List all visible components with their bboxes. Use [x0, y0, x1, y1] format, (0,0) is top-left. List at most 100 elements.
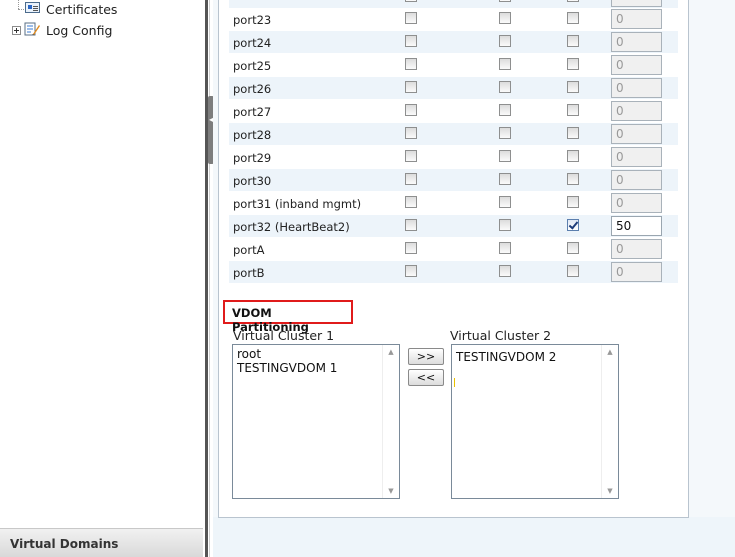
checkbox-heartbeat[interactable] — [499, 242, 511, 254]
pane-splitter[interactable]: ◀ — [203, 0, 215, 557]
port-name: port25 — [233, 59, 272, 73]
table-row: port29 0 — [229, 146, 678, 168]
scrollbar[interactable]: ▲ ▼ — [382, 345, 399, 498]
port-name: port23 — [233, 13, 272, 27]
checkbox-heartbeat-priority[interactable] — [567, 0, 579, 2]
scrollbar[interactable]: ▲ ▼ — [601, 345, 618, 498]
table-row: port27 0 — [229, 100, 678, 122]
checkbox-heartbeat[interactable] — [499, 35, 511, 47]
checkbox-heartbeat[interactable] — [499, 127, 511, 139]
table-row: port26 0 — [229, 77, 678, 99]
priority-input[interactable]: 0 — [611, 124, 662, 144]
checkbox-heartbeat-priority[interactable] — [567, 81, 579, 93]
checkbox-monitor[interactable] — [405, 265, 417, 277]
checkbox-heartbeat-priority[interactable] — [567, 127, 579, 139]
port-name: port24 — [233, 36, 272, 50]
cluster1-listbox[interactable]: root TESTINGVDOM 1 ▲ ▼ — [232, 344, 400, 499]
priority-input[interactable]: 0 — [611, 55, 662, 75]
list-item[interactable]: TESTINGVDOM 1 — [237, 361, 337, 375]
table-row: port25 0 — [229, 54, 678, 76]
table-row: port24 0 — [229, 31, 678, 53]
text-caret — [454, 378, 455, 387]
checkbox-heartbeat[interactable] — [499, 58, 511, 70]
checkbox-heartbeat[interactable] — [499, 173, 511, 185]
port-name: port26 — [233, 82, 272, 96]
checkbox-heartbeat-priority[interactable] — [567, 35, 579, 47]
priority-input[interactable]: 0 — [611, 193, 662, 213]
checkbox-monitor[interactable] — [405, 81, 417, 93]
priority-input[interactable]: 0 — [611, 9, 662, 29]
port-name: port27 — [233, 105, 272, 119]
checkbox-heartbeat-priority[interactable] — [567, 242, 579, 254]
port-name: port31 (inband mgmt) — [233, 197, 362, 211]
checkbox-monitor[interactable] — [405, 35, 417, 47]
priority-input[interactable] — [611, 0, 662, 7]
scroll-up-icon[interactable]: ▲ — [383, 345, 399, 359]
checkbox-heartbeat[interactable] — [499, 104, 511, 116]
checkbox-monitor[interactable] — [405, 173, 417, 185]
nav-item-log-config[interactable]: Log Config — [46, 21, 112, 39]
tree-guide-line — [18, 0, 19, 9]
table-row: portA 0 — [229, 238, 678, 260]
priority-input[interactable]: 0 — [611, 170, 662, 190]
checkbox-heartbeat[interactable] — [499, 0, 511, 2]
port-name: port32 (HeartBeat2) — [233, 220, 350, 234]
nav-section-virtual-domains[interactable]: Virtual Domains — [0, 528, 203, 557]
move-right-button[interactable]: >> — [408, 348, 444, 365]
checkbox-heartbeat-priority[interactable] — [567, 196, 579, 208]
scroll-up-icon[interactable]: ▲ — [602, 345, 618, 359]
nav-item-certificates[interactable]: Certificates — [46, 0, 117, 18]
scroll-down-icon[interactable]: ▼ — [602, 484, 618, 498]
nav-item-label: Certificates — [46, 1, 118, 17]
list-item[interactable]: root — [237, 347, 261, 361]
priority-input[interactable]: 50 — [611, 216, 662, 236]
checkbox-monitor[interactable] — [405, 104, 417, 116]
checkbox-monitor[interactable] — [405, 242, 417, 254]
table-row — [229, 0, 678, 8]
checkbox-heartbeat[interactable] — [499, 150, 511, 162]
checkbox-monitor[interactable] — [405, 58, 417, 70]
checkbox-monitor[interactable] — [405, 0, 417, 2]
checkbox-heartbeat[interactable] — [499, 265, 511, 277]
checkbox-heartbeat-priority[interactable] — [567, 12, 579, 24]
checkbox-heartbeat[interactable] — [499, 196, 511, 208]
port-name: portB — [233, 266, 265, 280]
priority-input[interactable]: 0 — [611, 262, 662, 282]
checkbox-monitor[interactable] — [405, 12, 417, 24]
checkbox-heartbeat-priority[interactable] — [567, 173, 579, 185]
checkbox-monitor[interactable] — [405, 219, 417, 231]
checkbox-heartbeat[interactable] — [499, 81, 511, 93]
expand-icon[interactable] — [12, 26, 21, 35]
checkbox-heartbeat-priority[interactable] — [567, 265, 579, 277]
checkbox-heartbeat-priority[interactable] — [567, 104, 579, 116]
port-name: port30 — [233, 174, 272, 188]
priority-input[interactable]: 0 — [611, 32, 662, 52]
checkbox-monitor[interactable] — [405, 150, 417, 162]
priority-input[interactable]: 0 — [611, 147, 662, 167]
checkbox-heartbeat[interactable] — [499, 219, 511, 231]
list-item[interactable]: TESTINGVDOM 2 — [456, 350, 556, 364]
checkbox-heartbeat-priority[interactable] — [567, 219, 579, 231]
splitter-bar — [205, 0, 208, 557]
checkbox-heartbeat[interactable] — [499, 12, 511, 24]
priority-input[interactable]: 0 — [611, 78, 662, 98]
nav-footer-label: Virtual Domains — [10, 537, 119, 551]
scroll-down-icon[interactable]: ▼ — [383, 484, 399, 498]
move-left-button[interactable]: << — [408, 369, 444, 386]
checkbox-monitor[interactable] — [405, 196, 417, 208]
table-row: port28 0 — [229, 123, 678, 145]
cluster2-listbox[interactable]: TESTINGVDOM 2 ▲ ▼ — [451, 344, 619, 499]
checkbox-heartbeat-priority[interactable] — [567, 58, 579, 70]
table-row: port23 0 — [229, 8, 678, 30]
port-name: portA — [233, 243, 265, 257]
checkbox-heartbeat-priority[interactable] — [567, 150, 579, 162]
port-name: port29 — [233, 151, 272, 165]
port-name: port28 — [233, 128, 272, 142]
cluster2-label: Virtual Cluster 2 — [450, 328, 552, 343]
content-footer-strip — [213, 517, 735, 557]
priority-input[interactable]: 0 — [611, 101, 662, 121]
priority-input[interactable]: 0 — [611, 239, 662, 259]
checkbox-monitor[interactable] — [405, 127, 417, 139]
splitter-edge — [209, 0, 210, 557]
log-config-icon — [24, 22, 40, 36]
